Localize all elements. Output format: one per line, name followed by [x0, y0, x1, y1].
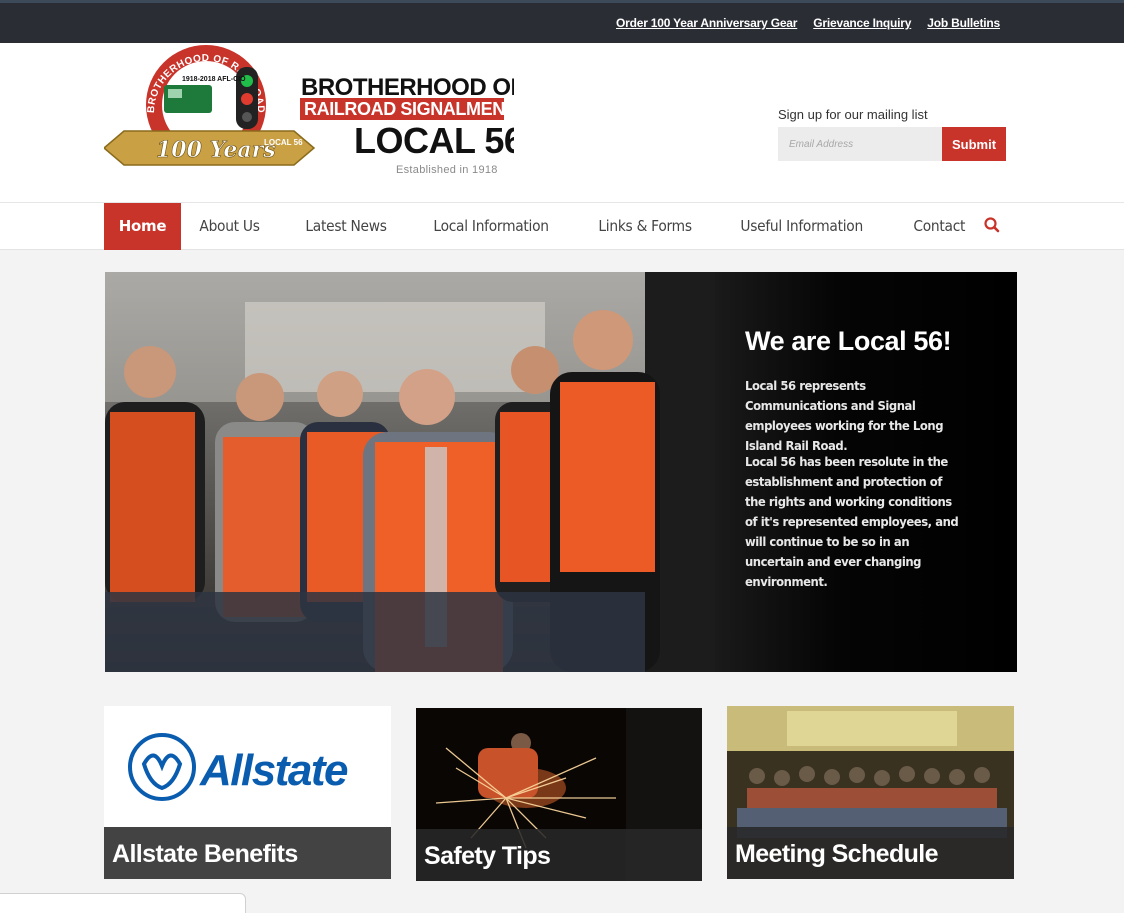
- logo-signal-off: [242, 112, 252, 122]
- established-text: Established in 1918: [396, 164, 498, 176]
- hero-paragraph-2: Local 56 has been resolute in the establ…: [745, 454, 959, 589]
- nav-items: Home About Us Latest News Local Informat…: [104, 203, 991, 250]
- nav-item-local-information[interactable]: Local Information: [415, 203, 567, 250]
- logo-signal-red: [241, 93, 253, 105]
- hero-title: We are Local 56!: [745, 326, 952, 356]
- card-allstate-benefits[interactable]: Allstate Allstate Benefits: [104, 706, 391, 879]
- logo-ring-bottom-text: LONG ISLAND RAIL ROAD: [160, 167, 231, 193]
- logo-wordmark-line1: BROTHERHOOD OF: [301, 74, 514, 101]
- top-utility-bar: Order 100 Year Anniversary Gear Grievanc…: [0, 0, 1124, 43]
- nav-item-latest-news[interactable]: Latest News: [287, 203, 405, 250]
- hero-banner: We are Local 56! Local 56 represents Com…: [105, 272, 1017, 672]
- nav-item-about-us[interactable]: About Us: [181, 203, 278, 250]
- logo-train-window: [168, 89, 182, 98]
- hero-photo: [105, 272, 715, 672]
- logo-ribbon-local: LOCAL 56: [264, 138, 303, 147]
- card-caption: Meeting Schedule: [727, 827, 1014, 879]
- email-field[interactable]: [778, 127, 942, 161]
- nav-item-home[interactable]: Home: [104, 203, 181, 250]
- nav-item-links-forms[interactable]: Links & Forms: [580, 203, 710, 250]
- bottom-popup-tab[interactable]: [0, 893, 246, 913]
- card-caption: Safety Tips: [416, 829, 702, 881]
- allstate-logo: Allstate: [128, 733, 349, 801]
- nav-item-contact[interactable]: Contact: [895, 203, 984, 250]
- mailing-signup: Sign up for our mailing list Submit: [778, 107, 1006, 161]
- nav-item-useful-information[interactable]: Useful Information: [722, 203, 881, 250]
- card-meeting-schedule[interactable]: Meeting Schedule: [727, 706, 1014, 879]
- allstate-wordmark: Allstate: [199, 746, 348, 795]
- card-caption: Allstate Benefits: [104, 827, 391, 879]
- logo-years-badge: 1918-2018 AFL-CIO: [182, 76, 246, 83]
- mailing-label: Sign up for our mailing list: [778, 107, 928, 122]
- job-bulletins-link[interactable]: Job Bulletins: [927, 16, 1000, 30]
- hero-paragraph-1: Local 56 represents Communications and S…: [745, 378, 944, 453]
- search-icon[interactable]: [983, 216, 1001, 234]
- logo-wordmark-line2: RAILROAD SIGNALMEN: [304, 99, 505, 119]
- main-nav: Home About Us Latest News Local Informat…: [0, 202, 1124, 250]
- anniversary-gear-link[interactable]: Order 100 Year Anniversary Gear: [616, 16, 797, 30]
- logo-wordmark-line3: LOCAL 56: [354, 120, 514, 161]
- grievance-inquiry-link[interactable]: Grievance Inquiry: [813, 16, 911, 30]
- logo-ribbon-text: 100 Years: [156, 137, 276, 163]
- submit-button[interactable]: Submit: [942, 127, 1006, 161]
- site-header: BROTHERHOOD OF RAILROAD SIGNALMEN 1918-2…: [0, 43, 1124, 203]
- mailing-form: Submit: [778, 127, 1006, 161]
- utility-links: Order 100 Year Anniversary Gear Grievanc…: [616, 16, 1000, 30]
- card-safety-tips[interactable]: Safety Tips: [416, 708, 702, 881]
